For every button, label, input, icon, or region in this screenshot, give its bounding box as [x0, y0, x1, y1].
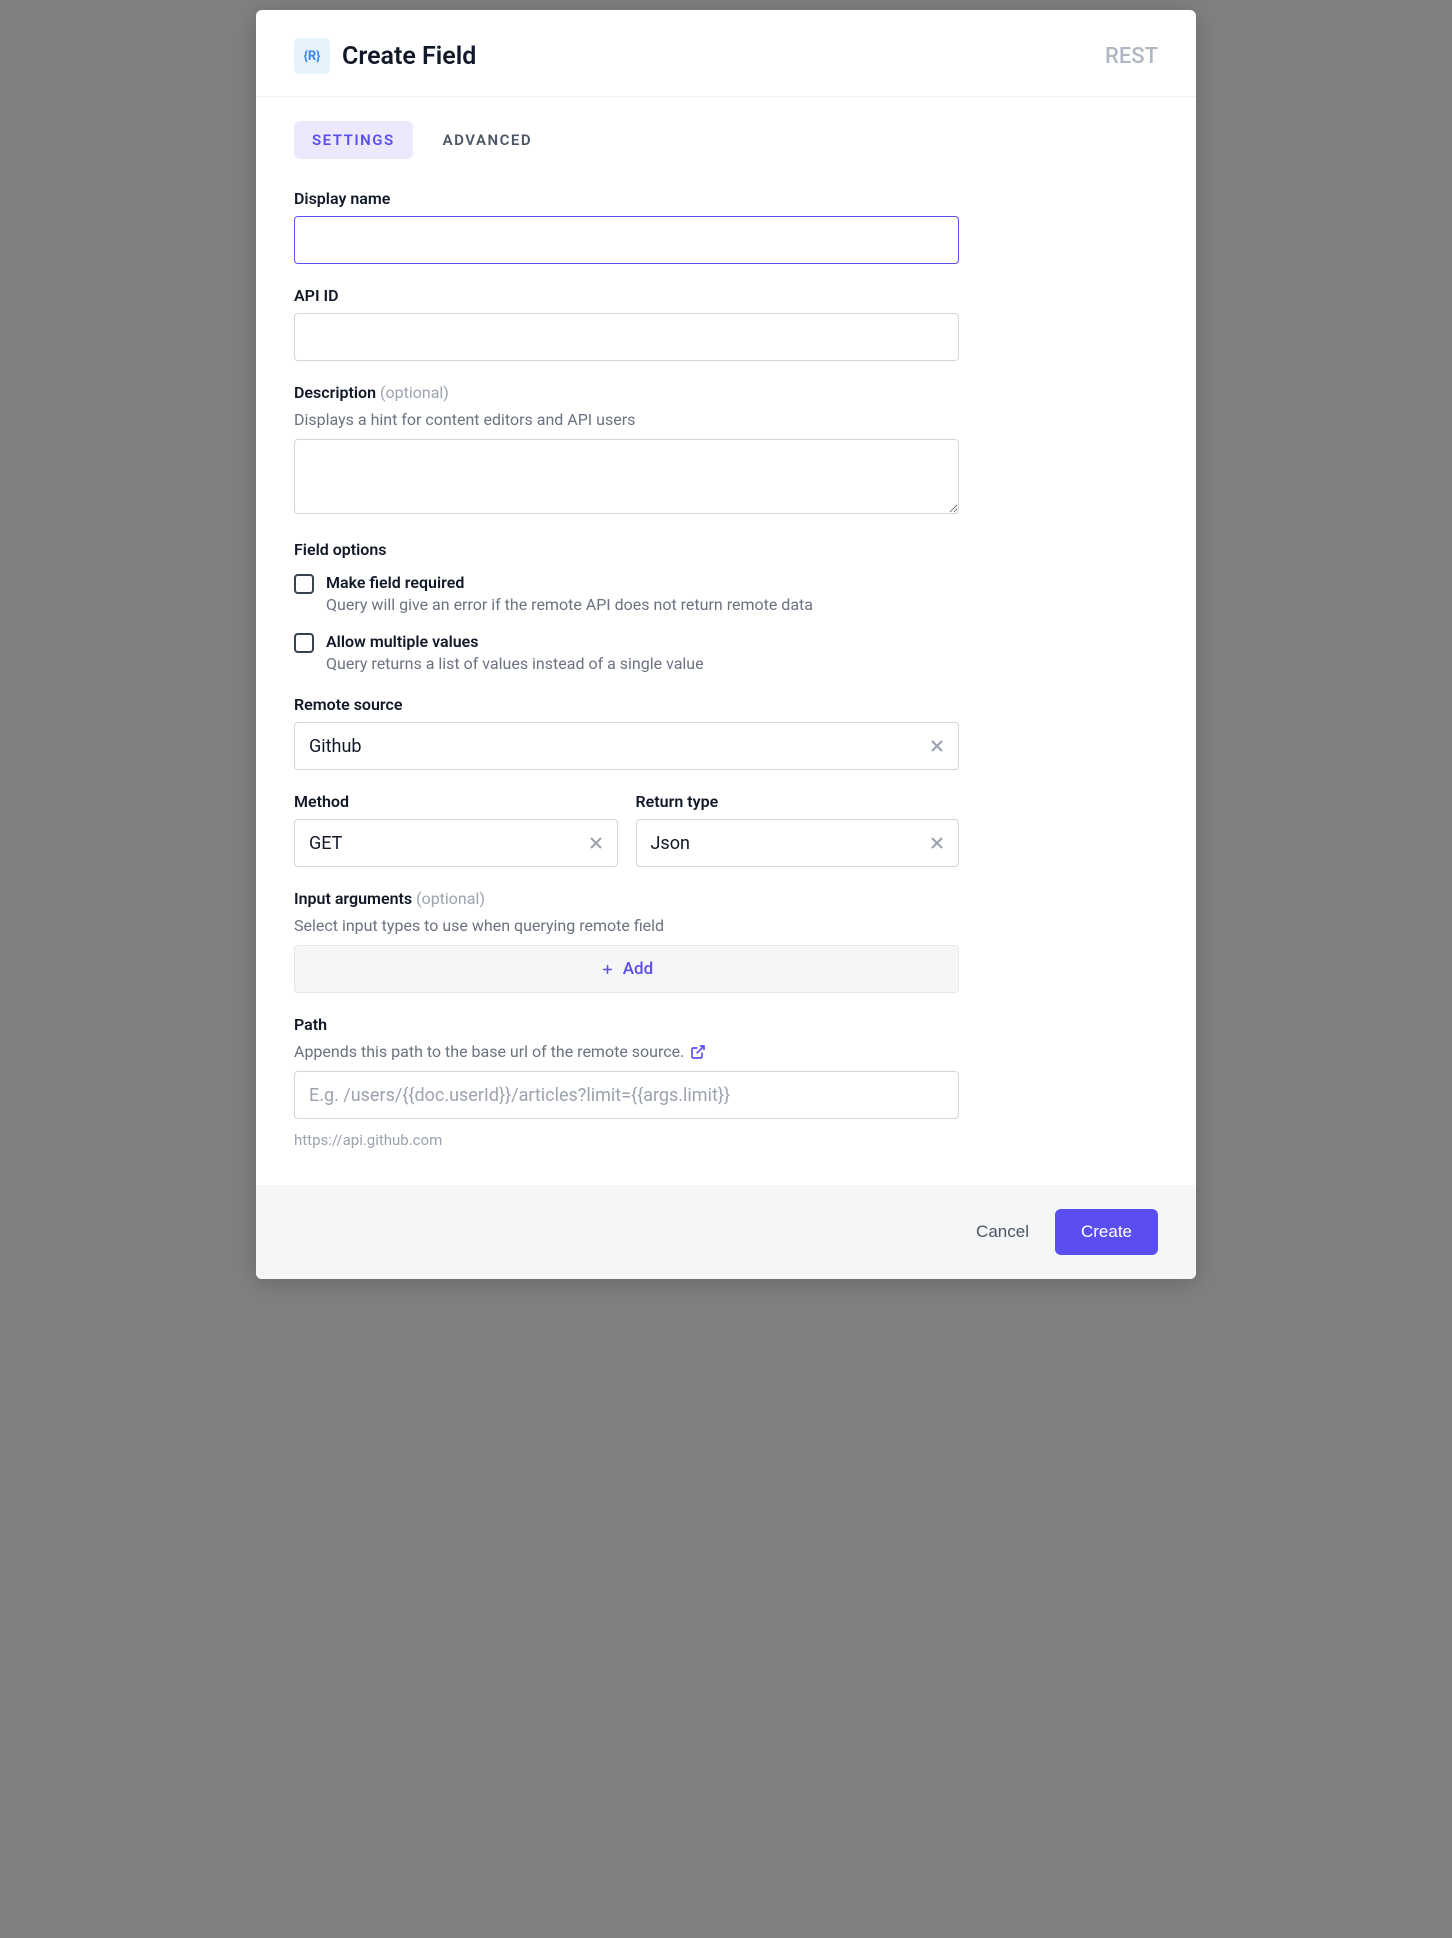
path-input[interactable] [294, 1071, 959, 1119]
required-row: Make field required Query will give an e… [294, 573, 959, 614]
input-arguments-hint: Select input types to use when querying … [294, 916, 959, 935]
remote-source-label: Remote source [294, 695, 959, 714]
modal-footer: Cancel Create [256, 1185, 1196, 1279]
path-group: Path Appends this path to the base url o… [294, 1015, 959, 1149]
display-name-label: Display name [294, 189, 959, 208]
method-select[interactable]: GET [294, 819, 618, 867]
field-options-group: Field options Make field required Query … [294, 540, 959, 673]
multiple-checkbox[interactable] [294, 633, 314, 653]
path-hint-row: Appends this path to the base url of the… [294, 1042, 959, 1061]
input-arguments-optional: (optional) [416, 889, 485, 908]
required-label: Make field required [326, 573, 813, 592]
description-label-text: Description [294, 383, 376, 402]
return-type-select-wrapper: Json [636, 819, 960, 867]
external-link-icon[interactable] [690, 1044, 706, 1060]
api-id-input[interactable] [294, 313, 959, 361]
remote-source-group: Remote source Github [294, 695, 959, 770]
description-hint: Displays a hint for content editors and … [294, 410, 959, 429]
display-name-input[interactable] [294, 216, 959, 264]
required-checkbox[interactable] [294, 574, 314, 594]
clear-icon[interactable] [927, 833, 947, 853]
header-left: {R} Create Field [294, 38, 476, 74]
cancel-button[interactable]: Cancel [976, 1222, 1029, 1242]
multiple-label: Allow multiple values [326, 632, 704, 651]
return-type-group: Return type Json [636, 792, 960, 867]
add-argument-button[interactable]: Add [294, 945, 959, 993]
field-options-title: Field options [294, 540, 959, 559]
path-label: Path [294, 1015, 959, 1034]
rest-icon: {R} [294, 38, 330, 74]
api-id-label: API ID [294, 286, 959, 305]
multiple-content: Allow multiple values Query returns a li… [326, 632, 704, 673]
remote-source-select-wrapper: Github [294, 722, 959, 770]
multiple-row: Allow multiple values Query returns a li… [294, 632, 959, 673]
clear-icon[interactable] [586, 833, 606, 853]
clear-icon[interactable] [927, 736, 947, 756]
tab-settings[interactable]: SETTINGS [294, 121, 413, 159]
add-button-label: Add [623, 959, 653, 979]
create-field-modal: {R} Create Field REST SETTINGS ADVANCED … [256, 10, 1196, 1279]
plus-icon [600, 962, 615, 977]
method-return-row: Method GET Return type Json [294, 792, 959, 889]
description-input[interactable] [294, 439, 959, 514]
description-optional: (optional) [380, 383, 449, 402]
description-group: Description (optional) Displays a hint f… [294, 383, 959, 518]
field-type-label: REST [1105, 44, 1158, 69]
path-hint: Appends this path to the base url of the… [294, 1042, 684, 1061]
input-arguments-label: Input arguments (optional) [294, 889, 959, 908]
return-type-select[interactable]: Json [636, 819, 960, 867]
required-content: Make field required Query will give an e… [326, 573, 813, 614]
input-arguments-label-text: Input arguments [294, 889, 412, 908]
tab-advanced[interactable]: ADVANCED [425, 121, 550, 159]
remote-source-select[interactable]: Github [294, 722, 959, 770]
form: Display name API ID Description (optiona… [294, 189, 959, 1149]
display-name-group: Display name [294, 189, 959, 264]
method-group: Method GET [294, 792, 618, 867]
required-hint: Query will give an error if the remote A… [326, 595, 813, 614]
create-button[interactable]: Create [1055, 1209, 1158, 1255]
api-id-group: API ID [294, 286, 959, 361]
description-label: Description (optional) [294, 383, 959, 402]
modal-header: {R} Create Field REST [256, 10, 1196, 97]
method-label: Method [294, 792, 618, 811]
input-arguments-group: Input arguments (optional) Select input … [294, 889, 959, 993]
return-type-label: Return type [636, 792, 960, 811]
base-url: https://api.github.com [294, 1131, 959, 1149]
tabs: SETTINGS ADVANCED [294, 121, 1158, 159]
multiple-hint: Query returns a list of values instead o… [326, 654, 704, 673]
method-select-wrapper: GET [294, 819, 618, 867]
modal-content: SETTINGS ADVANCED Display name API ID De… [256, 97, 1196, 1149]
page-title: Create Field [342, 42, 476, 71]
